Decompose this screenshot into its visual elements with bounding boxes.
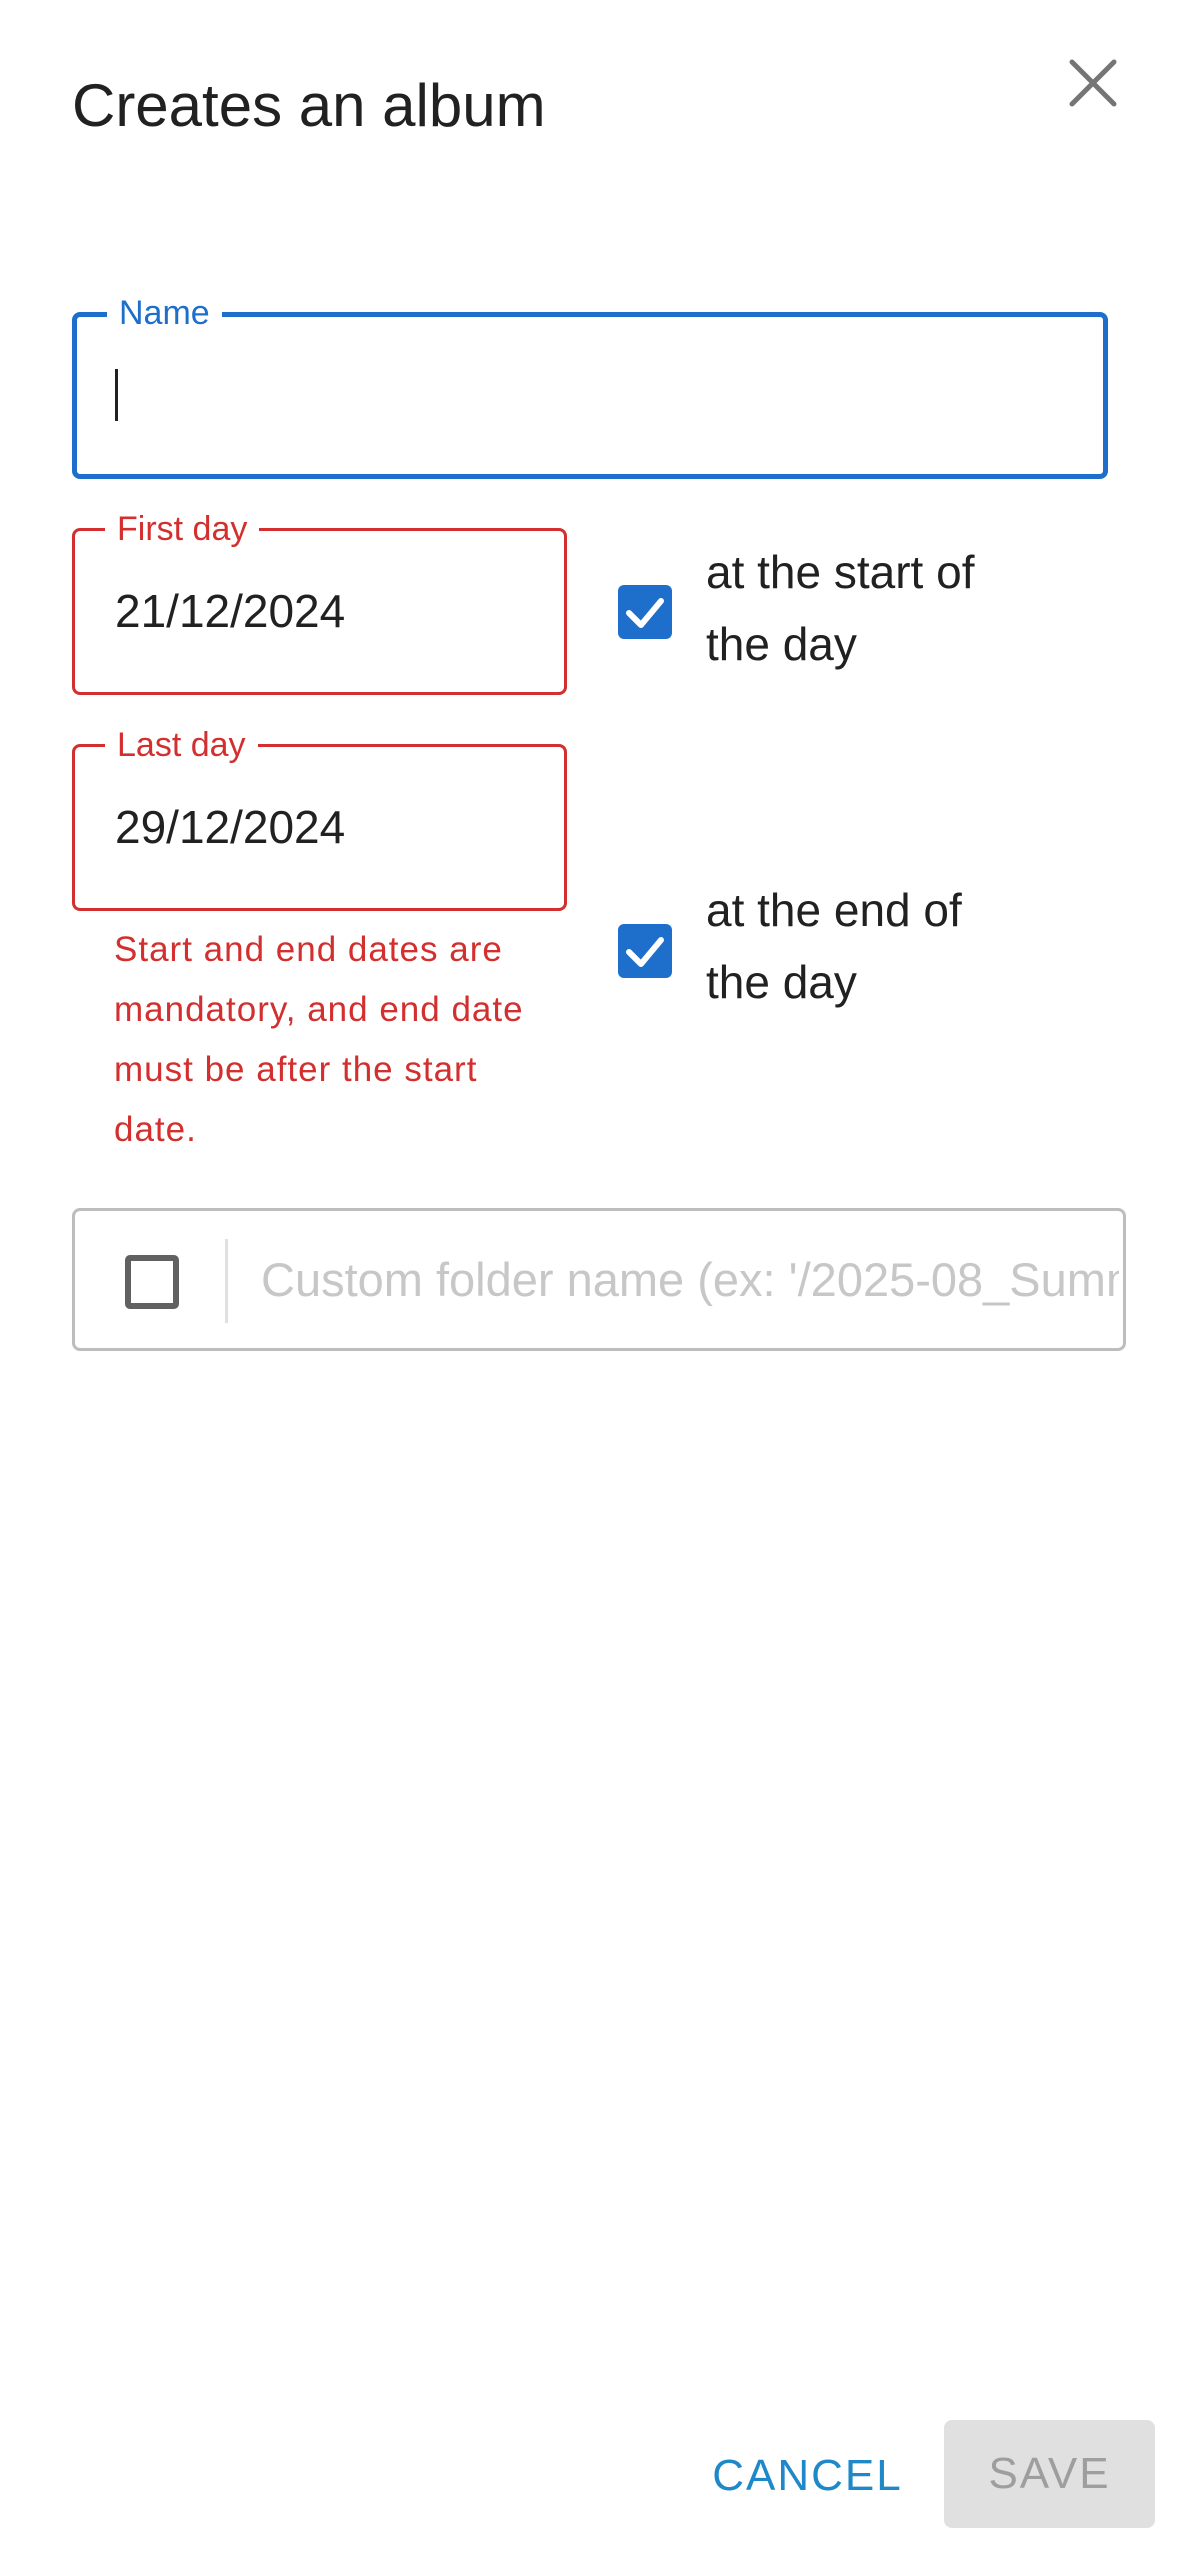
create-album-dialog: Creates an album Name First day 21/12/20…: [0, 0, 1179, 2553]
checkmark-icon: [626, 937, 664, 967]
last-day-label: Last day: [105, 725, 258, 765]
end-of-day-checkbox[interactable]: [618, 924, 672, 978]
cancel-button[interactable]: CANCEL: [700, 2438, 915, 2514]
last-day-value: 29/12/2024: [115, 801, 346, 853]
last-day-field[interactable]: Last day 29/12/2024: [72, 725, 567, 911]
first-day-label: First day: [105, 509, 260, 549]
custom-folder-group: [72, 1208, 1126, 1351]
custom-folder-input[interactable]: [261, 1211, 1119, 1348]
dialog-title: Creates an album: [72, 72, 546, 139]
name-field-label: Name: [107, 293, 222, 333]
name-field[interactable]: Name: [72, 293, 1108, 479]
divider: [225, 1239, 228, 1323]
first-day-field[interactable]: First day 21/12/2024: [72, 509, 567, 695]
checkmark-icon: [626, 598, 664, 628]
close-icon: [1069, 59, 1117, 107]
start-of-day-checkbox[interactable]: [618, 585, 672, 639]
end-of-day-label: at the end of the day: [706, 884, 962, 1008]
text-caret: [115, 369, 118, 421]
close-button[interactable]: [1062, 52, 1124, 114]
custom-folder-checkbox[interactable]: [125, 1255, 179, 1309]
save-button[interactable]: SAVE: [944, 2420, 1155, 2528]
first-day-value: 21/12/2024: [115, 585, 346, 637]
date-error-message: Start and end dates are mandatory, and e…: [114, 930, 524, 1149]
start-of-day-label: at the start of the day: [706, 546, 975, 670]
